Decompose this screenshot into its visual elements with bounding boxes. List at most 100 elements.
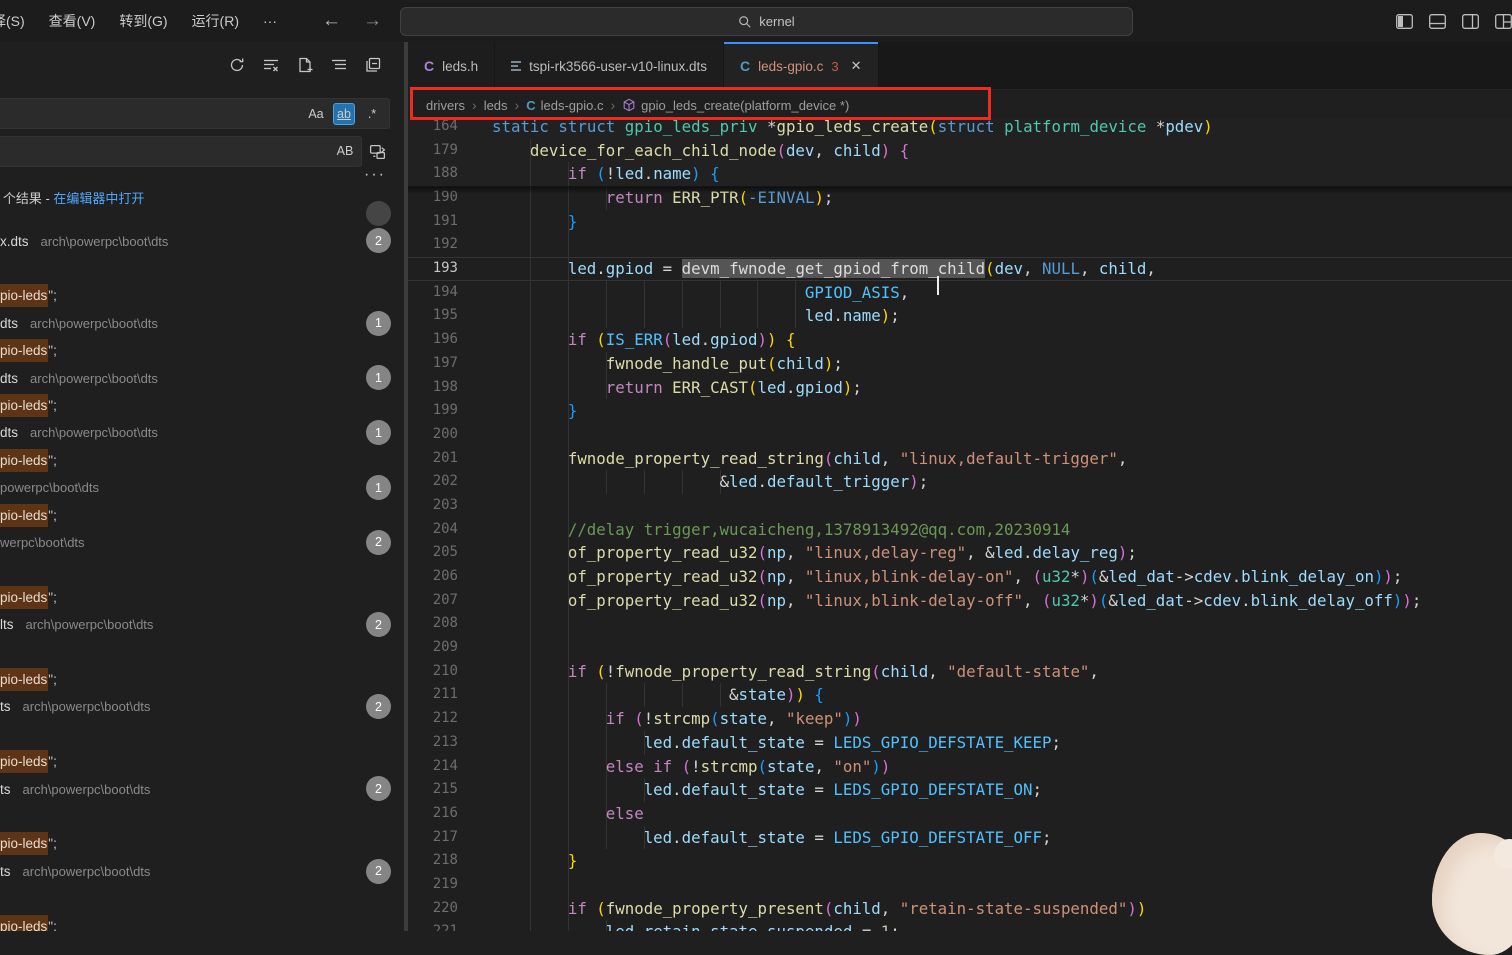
refresh-icon[interactable] bbox=[228, 56, 246, 74]
indent-guide bbox=[530, 470, 531, 494]
replace-all-icon[interactable] bbox=[366, 140, 388, 162]
token: GPIOD_ASIS bbox=[805, 283, 900, 302]
tab-leds.h[interactable]: Cleds.h bbox=[408, 42, 495, 90]
file-result-row[interactable]: werpc\boot\dts2 bbox=[0, 529, 404, 556]
collapse-all-icon[interactable] bbox=[364, 56, 382, 74]
code-line-191: 191} bbox=[408, 210, 1512, 234]
code-line-214: 214else if (!strcmp(state, "on")) bbox=[408, 755, 1512, 779]
file-result-row[interactable]: tsarch\powerpc\boot\dts2 bbox=[0, 693, 404, 720]
command-center-search[interactable]: kernel bbox=[400, 7, 1133, 36]
token bbox=[777, 330, 786, 349]
match-result-row[interactable]: pio-leds"; bbox=[0, 912, 404, 931]
more-actions-icon[interactable]: ··· bbox=[364, 166, 386, 184]
match-result-row[interactable]: pio-leds"; bbox=[0, 830, 404, 857]
back-icon[interactable]: ← bbox=[322, 10, 341, 32]
clear-results-icon[interactable] bbox=[262, 56, 280, 74]
indent-guide bbox=[530, 589, 531, 613]
menu-item-1[interactable]: 查看(V) bbox=[37, 6, 108, 36]
line-number: 205 bbox=[408, 541, 458, 565]
indent-guide bbox=[530, 565, 531, 589]
editor-group: Cleds.htspi-rk3566-user-v10-linux.dtsCle… bbox=[408, 42, 1512, 931]
match-rest: "; bbox=[48, 398, 57, 413]
close-icon[interactable]: ✕ bbox=[851, 58, 862, 74]
whole-word-button[interactable]: ab bbox=[333, 103, 355, 125]
menu-item-3[interactable]: 运行(R) bbox=[180, 6, 251, 36]
match-result-row[interactable]: pio-leds"; bbox=[0, 447, 404, 474]
code-editor[interactable]: 190return ERR_PTR(-EINVAL);191}192193led… bbox=[408, 119, 1512, 931]
match-result-row[interactable]: pio-leds"; bbox=[0, 337, 404, 364]
code-line-199: 199} bbox=[408, 399, 1512, 423]
menu-item-0[interactable]: 选择(S) bbox=[0, 6, 37, 36]
indent-guide bbox=[530, 802, 531, 826]
regex-button[interactable]: .* bbox=[361, 103, 383, 125]
search-input[interactable]: Aa ab .* bbox=[0, 98, 390, 129]
indent-guide bbox=[568, 636, 569, 660]
file-result-row[interactable]: tsarch\powerpc\boot\dts2 bbox=[0, 775, 404, 802]
tab-leds-gpio.c[interactable]: Cleds-gpio.c3✕ bbox=[724, 42, 879, 90]
match-rest: "; bbox=[48, 919, 57, 931]
forward-icon[interactable]: → bbox=[363, 10, 382, 32]
tab-label: leds-gpio.c bbox=[758, 59, 823, 74]
token: led bbox=[606, 922, 634, 931]
file-result-row[interactable]: dtsarch\powerpc\boot\dts1 bbox=[0, 419, 404, 446]
file-result-row[interactable]: ltsarch\powerpc\boot\dts2 bbox=[0, 611, 404, 638]
file-result-row[interactable]: dtsarch\powerpc\boot\dts1 bbox=[0, 310, 404, 337]
match-result-row[interactable]: pio-leds"; bbox=[0, 584, 404, 611]
token: led_dat bbox=[1108, 567, 1174, 586]
match-highlight: pio-leds bbox=[0, 504, 48, 527]
token: ; bbox=[1393, 567, 1402, 586]
token: "default-state" bbox=[947, 662, 1089, 681]
file-result-row[interactable]: x.dtsarch\powerpc\boot\dts2 bbox=[0, 227, 404, 254]
menu-item-4[interactable]: ··· bbox=[251, 8, 289, 34]
file-result-row[interactable]: powerpc\boot\dts1 bbox=[0, 474, 404, 501]
token: if bbox=[568, 662, 587, 681]
file-result-row[interactable]: dtsarch\powerpc\boot\dts1 bbox=[0, 364, 404, 391]
token: ( bbox=[663, 330, 672, 349]
toggle-sidebar-icon[interactable] bbox=[1396, 14, 1413, 29]
token: ) bbox=[1137, 899, 1146, 918]
code-text: if (fwnode_property_present(child, "reta… bbox=[568, 897, 1146, 921]
dts-file-icon bbox=[511, 61, 521, 71]
token: ) bbox=[1393, 591, 1402, 610]
open-search-editor-icon[interactable] bbox=[296, 56, 314, 74]
preserve-case-button[interactable]: AB bbox=[334, 140, 356, 162]
indent-guide bbox=[568, 920, 569, 931]
toggle-secondary-sidebar-icon[interactable] bbox=[1462, 14, 1479, 29]
replace-input[interactable]: AB bbox=[0, 136, 362, 167]
line-number: 219 bbox=[408, 873, 458, 897]
file-result-row[interactable]: tsarch\powerpc\boot\dts2 bbox=[0, 858, 404, 885]
tab-tspi-rk3566-user-v10-linux.dts[interactable]: tspi-rk3566-user-v10-linux.dts bbox=[495, 42, 724, 90]
match-result-row[interactable]: pio-leds"; bbox=[0, 501, 404, 528]
code-line-220: 220if (fwnode_property_present(child, "r… bbox=[408, 897, 1512, 921]
code-line-208: 208 bbox=[408, 612, 1512, 636]
token: child bbox=[881, 662, 928, 681]
token: led bbox=[995, 543, 1023, 562]
match-result-row[interactable]: pio-leds"; bbox=[0, 666, 404, 693]
code-line-203: 203 bbox=[408, 494, 1512, 518]
match-result-row[interactable]: pio-leds"; bbox=[0, 748, 404, 775]
token: if bbox=[568, 330, 587, 349]
token bbox=[701, 164, 710, 183]
code-line-202: 202&led.default_trigger); bbox=[408, 470, 1512, 494]
indent-guide bbox=[568, 470, 569, 494]
customize-layout-icon[interactable] bbox=[1495, 14, 1512, 29]
indent-guide bbox=[682, 470, 683, 494]
menu-item-2[interactable]: 转到(G) bbox=[107, 6, 179, 36]
result-row-spacer[interactable] bbox=[0, 200, 404, 227]
token: . bbox=[1023, 543, 1032, 562]
match-case-button[interactable]: Aa bbox=[305, 103, 327, 125]
token: ; bbox=[890, 922, 899, 931]
token: ) bbox=[871, 757, 880, 776]
token: ( bbox=[758, 567, 767, 586]
token: ( bbox=[1033, 567, 1042, 586]
match-result-row[interactable]: pio-leds"; bbox=[0, 392, 404, 419]
code-line-217: 217led.default_state = LEDS_GPIO_DEFSTAT… bbox=[408, 826, 1512, 850]
file-name: dts bbox=[0, 425, 18, 440]
indent-guide bbox=[530, 447, 531, 471]
match-result-row[interactable]: pio-leds"; bbox=[0, 282, 404, 309]
token: state bbox=[739, 685, 786, 704]
view-as-tree-icon[interactable] bbox=[330, 56, 348, 74]
result-row-spacer bbox=[0, 721, 404, 748]
file-path: arch\powerpc\boot\dts bbox=[23, 782, 151, 797]
toggle-panel-icon[interactable] bbox=[1429, 14, 1446, 29]
